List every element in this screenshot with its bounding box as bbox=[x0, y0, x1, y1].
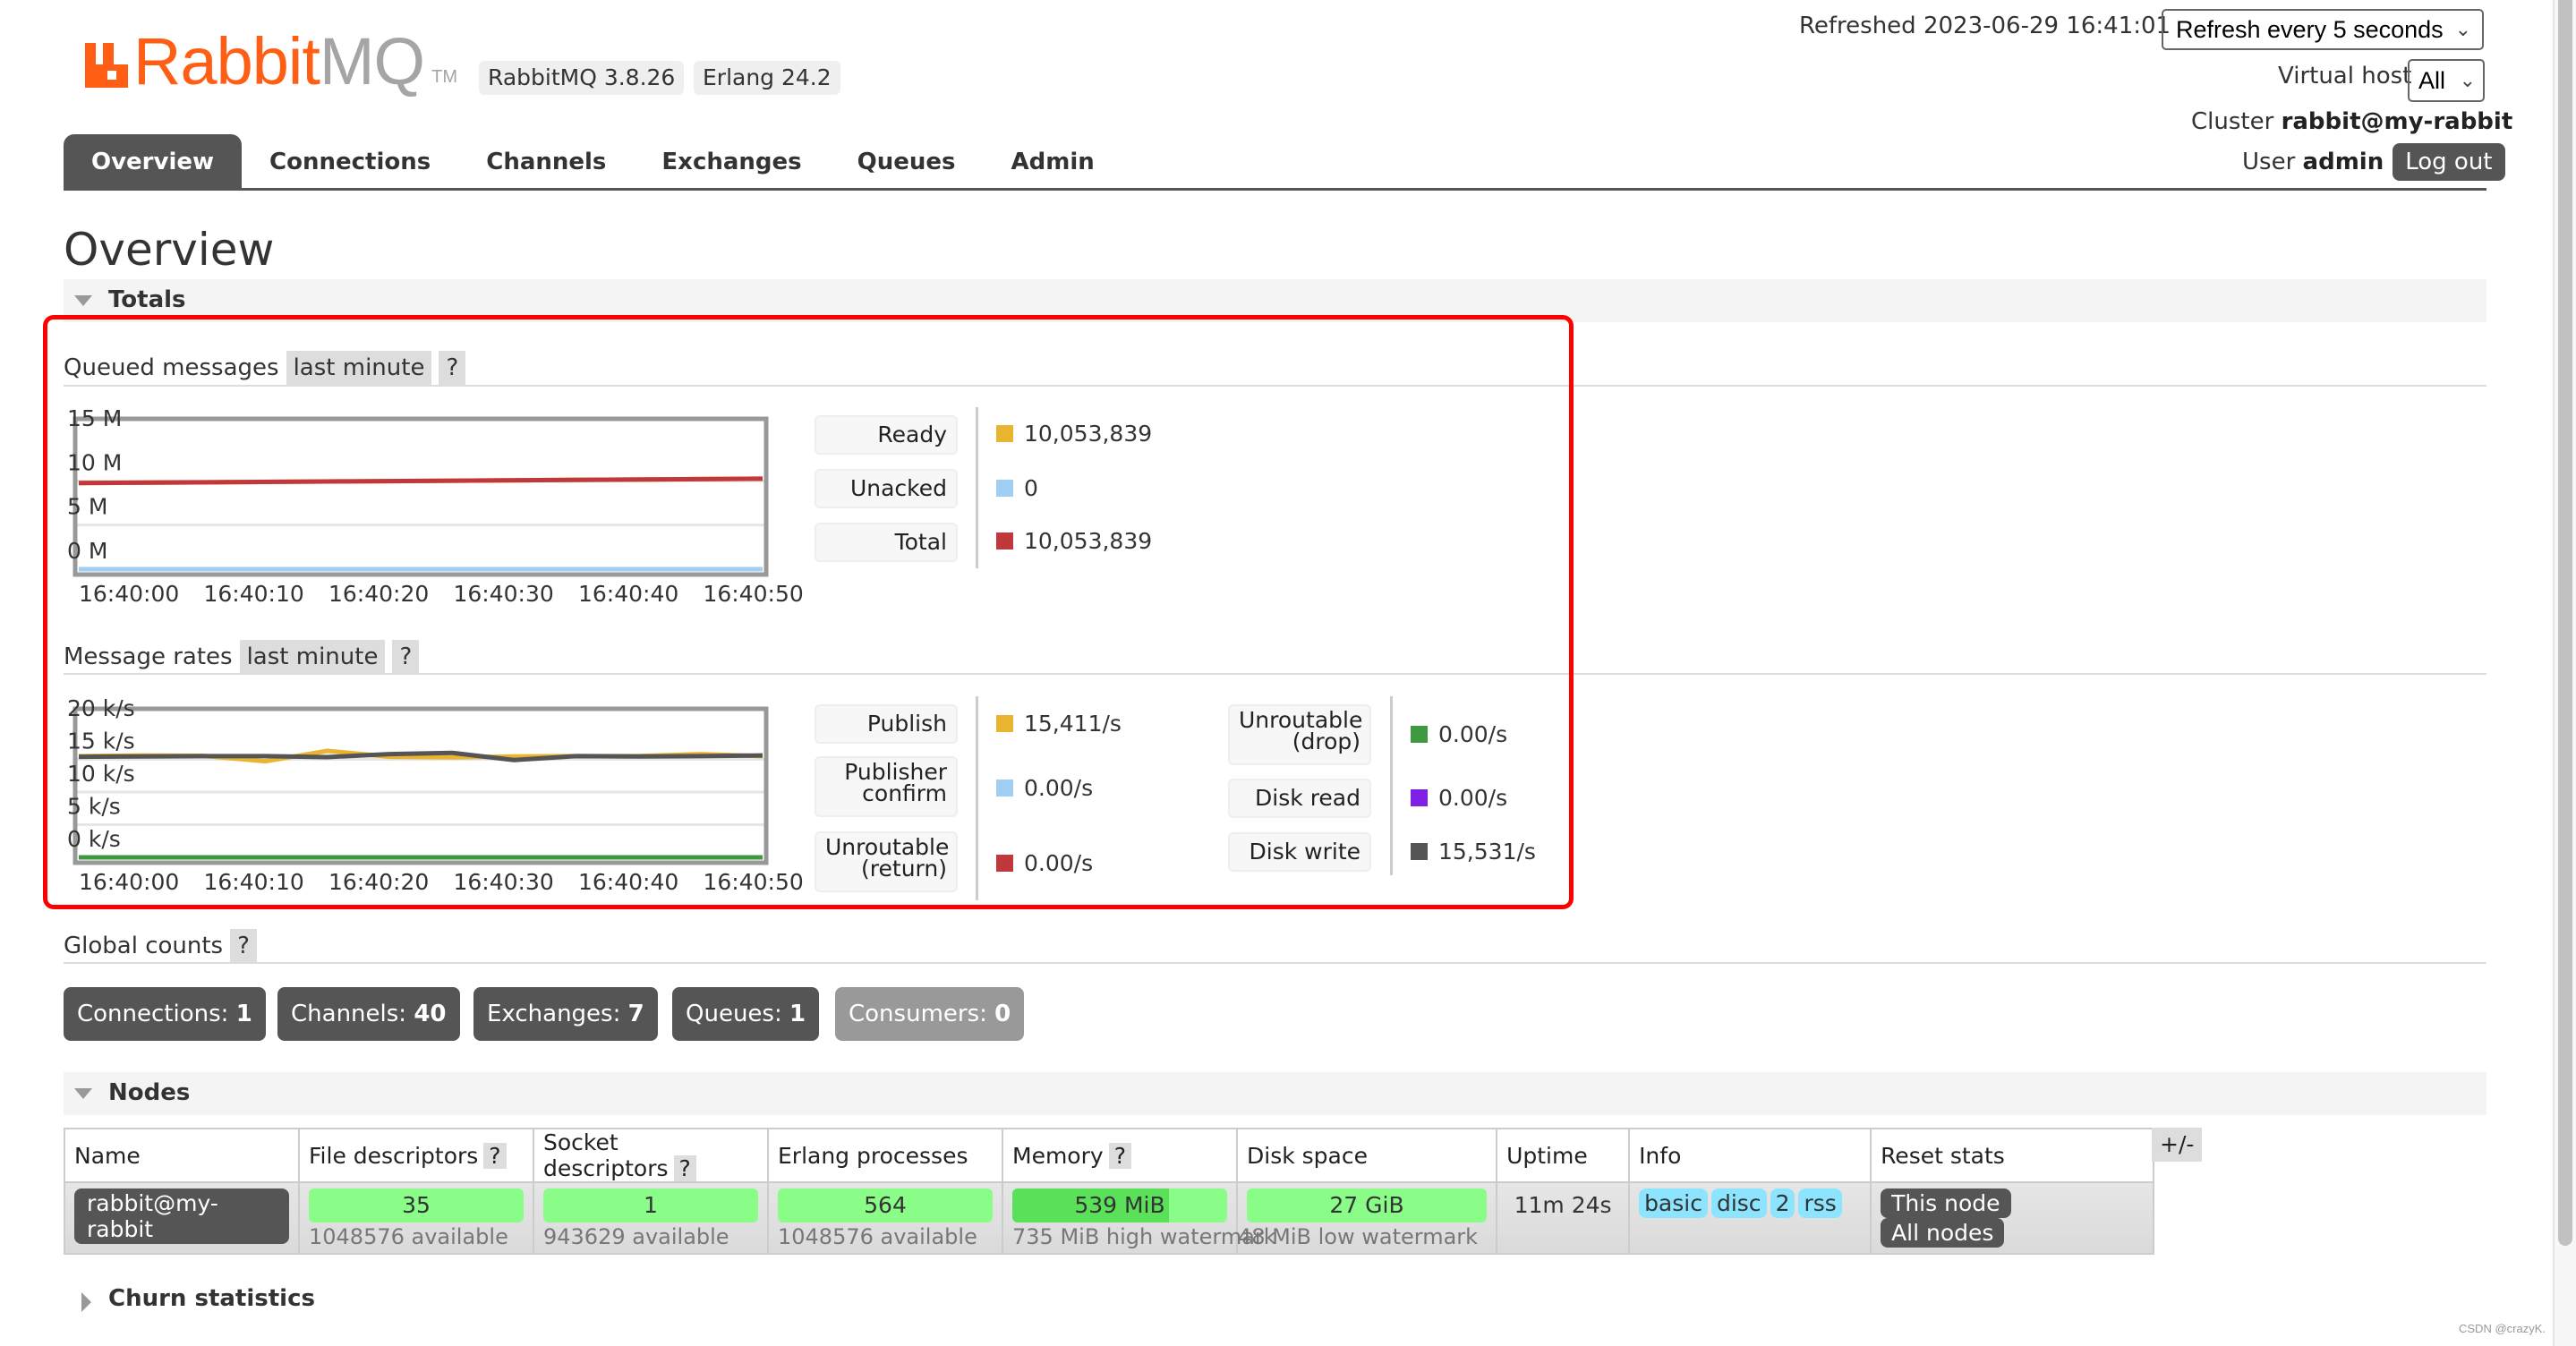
info-badge-disc[interactable]: disc bbox=[1710, 1188, 1767, 1218]
info-badge-count[interactable]: 2 bbox=[1770, 1188, 1796, 1218]
erlang-processes-value: 564 bbox=[864, 1192, 907, 1218]
watermark-text: CSDN @crazyK. bbox=[2459, 1322, 2546, 1335]
col-socket-descriptors: Socket descriptors? bbox=[533, 1128, 769, 1183]
col-name: Name bbox=[64, 1128, 300, 1183]
channels-count-value: 40 bbox=[414, 1001, 447, 1027]
nodes-section-toggle[interactable]: Nodes bbox=[64, 1072, 2486, 1115]
connections-count-label: Connections: bbox=[77, 1001, 229, 1027]
node-name-link[interactable]: rabbit@my-rabbit bbox=[74, 1188, 289, 1244]
file-descriptors-value: 35 bbox=[402, 1192, 431, 1218]
uptime-cell: 11m 24s bbox=[1496, 1181, 1631, 1255]
socket-descriptors-cell: 1 943629 available bbox=[533, 1181, 769, 1255]
churn-statistics-label: Churn statistics bbox=[108, 1285, 315, 1312]
erlang-processes-cell: 564 1048576 available bbox=[767, 1181, 1003, 1255]
erlang-processes-bar: 564 bbox=[778, 1188, 993, 1222]
consumers-count-value: 0 bbox=[994, 1001, 1011, 1027]
queues-count-button[interactable]: Queues: 1 bbox=[672, 987, 820, 1041]
triangle-down-icon bbox=[74, 1088, 92, 1099]
reset-all-nodes-button[interactable]: All nodes bbox=[1881, 1218, 2005, 1248]
scrollbar-thumb[interactable] bbox=[2558, 0, 2572, 1246]
connections-count-button[interactable]: Connections: 1 bbox=[64, 987, 266, 1041]
highlight-annotation-box bbox=[43, 315, 1574, 909]
churn-statistics-toggle[interactable]: Churn statistics bbox=[64, 1285, 601, 1317]
file-descriptors-bar: 35 bbox=[309, 1188, 524, 1222]
memory-help-button[interactable]: ? bbox=[1108, 1142, 1131, 1169]
global-counts-header: Global counts ? bbox=[64, 929, 264, 963]
col-file-descriptors: File descriptors? bbox=[298, 1128, 534, 1183]
queues-count-value: 1 bbox=[789, 1001, 806, 1027]
disk-space-value: 27 GiB bbox=[1329, 1192, 1404, 1218]
nodes-section-label: Nodes bbox=[108, 1079, 191, 1106]
node-row: rabbit@my-rabbit 35 1048576 available 1 … bbox=[64, 1181, 2155, 1255]
socket-descriptors-value: 1 bbox=[644, 1192, 658, 1218]
col-memory-label: Memory bbox=[1012, 1142, 1104, 1169]
file-descriptors-cell: 35 1048576 available bbox=[298, 1181, 534, 1255]
consumers-count-label: Consumers: bbox=[849, 1001, 987, 1027]
columns-toggle-button[interactable]: +/- bbox=[2152, 1128, 2203, 1162]
col-memory: Memory? bbox=[1002, 1128, 1238, 1183]
socket-descriptors-available: 943629 available bbox=[543, 1224, 729, 1249]
memory-value: 539 MiB bbox=[1074, 1192, 1165, 1218]
triangle-right-icon bbox=[81, 1292, 91, 1312]
consumers-count-button[interactable]: Consumers: 0 bbox=[835, 987, 1025, 1041]
info-badge-basic[interactable]: basic bbox=[1639, 1188, 1708, 1218]
erlang-processes-available: 1048576 available bbox=[778, 1224, 977, 1249]
memory-bar: 539 MiB bbox=[1012, 1188, 1227, 1222]
file-descriptors-available: 1048576 available bbox=[309, 1224, 508, 1249]
col-info: Info bbox=[1628, 1128, 1872, 1183]
info-badge-rss[interactable]: rss bbox=[1798, 1188, 1842, 1218]
global-counts-title: Global counts bbox=[64, 933, 224, 959]
col-file-descriptors-label: File descriptors bbox=[309, 1142, 479, 1169]
memory-cell: 539 MiB 735 MiB high watermark bbox=[1002, 1181, 1276, 1255]
channels-count-label: Channels: bbox=[291, 1001, 407, 1027]
exchanges-count-button[interactable]: Exchanges: 7 bbox=[473, 987, 658, 1041]
socket-descriptors-help-button[interactable]: ? bbox=[673, 1155, 696, 1181]
connections-count-value: 1 bbox=[235, 1001, 252, 1027]
global-counts-divider bbox=[64, 962, 2486, 964]
exchanges-count-value: 7 bbox=[627, 1001, 644, 1027]
col-reset-stats: Reset stats bbox=[1870, 1128, 2155, 1183]
reset-stats-cell: This nodeAll nodes bbox=[1870, 1181, 2155, 1255]
queues-count-label: Queues: bbox=[686, 1001, 782, 1027]
nodes-table-header: Name File descriptors? Socket descriptor… bbox=[64, 1128, 2155, 1183]
node-name-cell: rabbit@my-rabbit bbox=[64, 1181, 300, 1255]
col-socket-descriptors-label: Socket descriptors bbox=[543, 1129, 669, 1181]
nodes-table: Name File descriptors? Socket descriptor… bbox=[64, 1128, 2155, 1255]
col-erlang-processes: Erlang processes bbox=[767, 1128, 1003, 1183]
socket-descriptors-bar: 1 bbox=[543, 1188, 758, 1222]
file-descriptors-help-button[interactable]: ? bbox=[483, 1142, 507, 1169]
exchanges-count-label: Exchanges: bbox=[487, 1001, 621, 1027]
disk-space-bar: 27 GiB bbox=[1247, 1188, 1488, 1222]
col-uptime: Uptime bbox=[1496, 1128, 1631, 1183]
channels-count-button[interactable]: Channels: 40 bbox=[277, 987, 460, 1041]
global-counts-help-button[interactable]: ? bbox=[230, 929, 257, 963]
col-disk-space: Disk space bbox=[1235, 1128, 1498, 1183]
uptime-value: 11m 24s bbox=[1514, 1192, 1612, 1218]
info-cell: basic disc 2 rss bbox=[1628, 1181, 1872, 1255]
reset-this-node-button[interactable]: This node bbox=[1881, 1188, 2011, 1218]
